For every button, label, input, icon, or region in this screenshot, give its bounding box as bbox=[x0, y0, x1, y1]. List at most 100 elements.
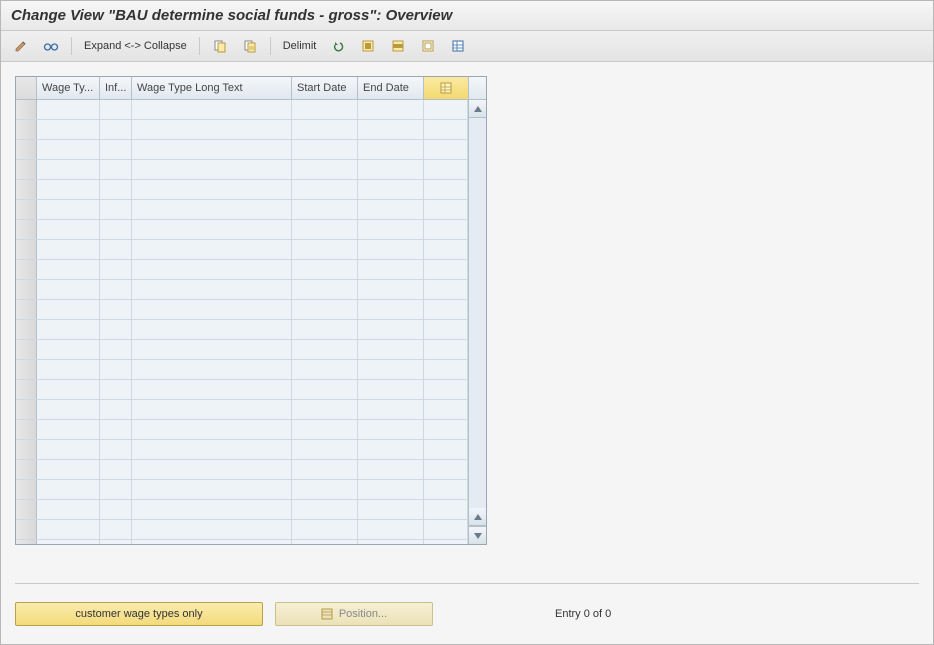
cell-start-date[interactable] bbox=[292, 140, 358, 159]
cell-wage-type[interactable] bbox=[37, 480, 100, 499]
table-row[interactable] bbox=[16, 240, 468, 260]
table-row[interactable] bbox=[16, 400, 468, 420]
cell-inf[interactable] bbox=[100, 180, 132, 199]
row-selector[interactable] bbox=[16, 420, 37, 439]
cell-inf[interactable] bbox=[100, 160, 132, 179]
cell-wage-type-long-text[interactable] bbox=[132, 520, 292, 539]
scroll-near-bottom-button[interactable] bbox=[469, 508, 486, 526]
cell-end-date[interactable] bbox=[358, 180, 424, 199]
column-header[interactable]: Wage Ty... bbox=[37, 77, 100, 99]
row-selector[interactable] bbox=[16, 380, 37, 399]
table-row[interactable] bbox=[16, 380, 468, 400]
cell-inf[interactable] bbox=[100, 520, 132, 539]
cell-end-date[interactable] bbox=[358, 480, 424, 499]
row-selector[interactable] bbox=[16, 480, 37, 499]
cell-wage-type-long-text[interactable] bbox=[132, 320, 292, 339]
cell-end-date[interactable] bbox=[358, 100, 424, 119]
table-row[interactable] bbox=[16, 200, 468, 220]
cell-inf[interactable] bbox=[100, 480, 132, 499]
cell-inf[interactable] bbox=[100, 440, 132, 459]
cell-wage-type[interactable] bbox=[37, 540, 100, 544]
table-row[interactable] bbox=[16, 440, 468, 460]
cell-wage-type[interactable] bbox=[37, 520, 100, 539]
cell-wage-type-long-text[interactable] bbox=[132, 360, 292, 379]
cell-wage-type[interactable] bbox=[37, 320, 100, 339]
row-selector[interactable] bbox=[16, 440, 37, 459]
cell-inf[interactable] bbox=[100, 220, 132, 239]
cell-end-date[interactable] bbox=[358, 320, 424, 339]
cell-start-date[interactable] bbox=[292, 460, 358, 479]
cell-inf[interactable] bbox=[100, 380, 132, 399]
cell-start-date[interactable] bbox=[292, 280, 358, 299]
cell-wage-type-long-text[interactable] bbox=[132, 480, 292, 499]
cell-wage-type[interactable] bbox=[37, 140, 100, 159]
change-display-button[interactable] bbox=[9, 35, 33, 57]
cell-inf[interactable] bbox=[100, 500, 132, 519]
row-selector[interactable] bbox=[16, 540, 37, 544]
cell-end-date[interactable] bbox=[358, 500, 424, 519]
row-selector[interactable] bbox=[16, 340, 37, 359]
cell-wage-type-long-text[interactable] bbox=[132, 140, 292, 159]
row-selector[interactable] bbox=[16, 460, 37, 479]
row-selector[interactable] bbox=[16, 220, 37, 239]
cell-inf[interactable] bbox=[100, 260, 132, 279]
cell-wage-type-long-text[interactable] bbox=[132, 200, 292, 219]
cell-end-date[interactable] bbox=[358, 240, 424, 259]
cell-wage-type-long-text[interactable] bbox=[132, 280, 292, 299]
cell-wage-type-long-text[interactable] bbox=[132, 380, 292, 399]
cell-wage-type-long-text[interactable] bbox=[132, 300, 292, 319]
cell-inf[interactable] bbox=[100, 460, 132, 479]
scroll-up-button[interactable] bbox=[469, 100, 486, 118]
copy-as-button[interactable] bbox=[238, 35, 262, 57]
table-row[interactable] bbox=[16, 120, 468, 140]
table-row[interactable] bbox=[16, 140, 468, 160]
row-selector[interactable] bbox=[16, 300, 37, 319]
row-selector[interactable] bbox=[16, 100, 37, 119]
cell-wage-type[interactable] bbox=[37, 220, 100, 239]
cell-wage-type-long-text[interactable] bbox=[132, 180, 292, 199]
cell-wage-type[interactable] bbox=[37, 420, 100, 439]
cell-inf[interactable] bbox=[100, 240, 132, 259]
table-row[interactable] bbox=[16, 260, 468, 280]
cell-start-date[interactable] bbox=[292, 200, 358, 219]
row-selector-header[interactable] bbox=[16, 77, 37, 99]
cell-end-date[interactable] bbox=[358, 260, 424, 279]
cell-start-date[interactable] bbox=[292, 340, 358, 359]
cell-wage-type[interactable] bbox=[37, 440, 100, 459]
column-header[interactable]: End Date bbox=[358, 77, 424, 99]
table-row[interactable] bbox=[16, 100, 468, 120]
cell-inf[interactable] bbox=[100, 200, 132, 219]
cell-wage-type-long-text[interactable] bbox=[132, 400, 292, 419]
cell-end-date[interactable] bbox=[358, 120, 424, 139]
cell-inf[interactable] bbox=[100, 100, 132, 119]
cell-end-date[interactable] bbox=[358, 220, 424, 239]
cell-inf[interactable] bbox=[100, 320, 132, 339]
cell-wage-type[interactable] bbox=[37, 340, 100, 359]
cell-inf[interactable] bbox=[100, 340, 132, 359]
copy-button[interactable] bbox=[208, 35, 232, 57]
cell-start-date[interactable] bbox=[292, 300, 358, 319]
row-selector[interactable] bbox=[16, 260, 37, 279]
scrollbar-track[interactable] bbox=[469, 118, 486, 508]
cell-end-date[interactable] bbox=[358, 360, 424, 379]
row-selector[interactable] bbox=[16, 520, 37, 539]
cell-inf[interactable] bbox=[100, 300, 132, 319]
cell-wage-type[interactable] bbox=[37, 460, 100, 479]
row-selector[interactable] bbox=[16, 140, 37, 159]
cell-start-date[interactable] bbox=[292, 420, 358, 439]
cell-start-date[interactable] bbox=[292, 400, 358, 419]
cell-end-date[interactable] bbox=[358, 300, 424, 319]
table-row[interactable] bbox=[16, 540, 468, 544]
cell-start-date[interactable] bbox=[292, 360, 358, 379]
cell-inf[interactable] bbox=[100, 140, 132, 159]
cell-start-date[interactable] bbox=[292, 220, 358, 239]
cell-end-date[interactable] bbox=[358, 460, 424, 479]
delimit-button[interactable]: Delimit bbox=[279, 40, 321, 52]
row-selector[interactable] bbox=[16, 120, 37, 139]
cell-wage-type[interactable] bbox=[37, 280, 100, 299]
row-selector[interactable] bbox=[16, 180, 37, 199]
select-all-button[interactable] bbox=[356, 35, 380, 57]
cell-start-date[interactable] bbox=[292, 380, 358, 399]
other-view-button[interactable] bbox=[39, 35, 63, 57]
cell-end-date[interactable] bbox=[358, 520, 424, 539]
